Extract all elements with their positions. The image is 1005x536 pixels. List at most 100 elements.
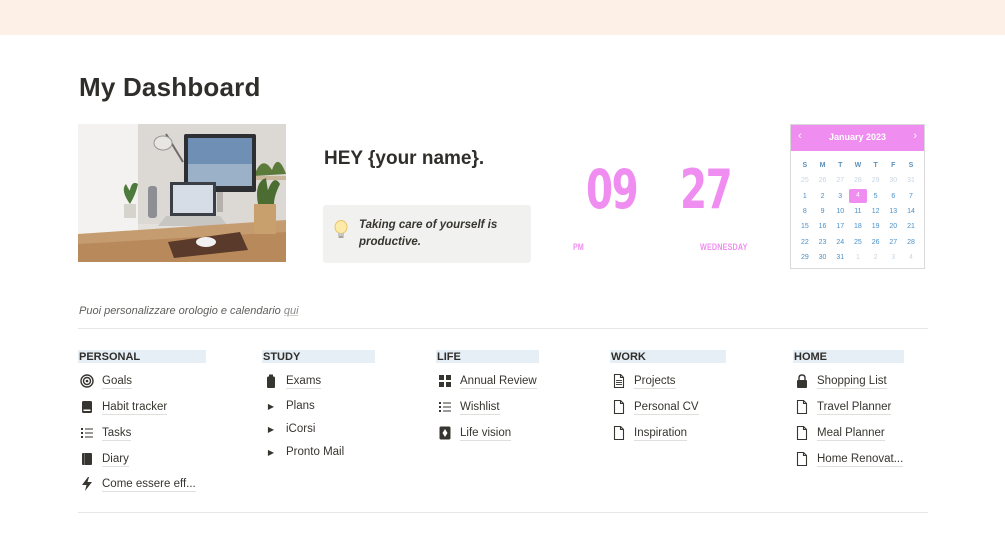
document-icon bbox=[612, 426, 626, 440]
link-exams[interactable]: Exams bbox=[264, 372, 322, 390]
link-travel-planner[interactable]: Travel Planner bbox=[795, 398, 892, 416]
calendar-week: 15 16 17 18 19 20 21 bbox=[796, 219, 920, 234]
calendar-week: 1 2 3 4 5 6 7 bbox=[796, 189, 920, 204]
quote-callout: Taking care of yourself is productive. bbox=[323, 205, 531, 263]
calendar-weekday-row: S M T W T F S bbox=[796, 158, 920, 173]
calendar-day[interactable]: 15 bbox=[796, 223, 814, 230]
calendar-day[interactable]: 11 bbox=[849, 208, 867, 215]
calendar-day[interactable]: 27 bbox=[831, 177, 849, 184]
toggle-plans[interactable]: ▶ Plans bbox=[264, 397, 315, 415]
calendar-day[interactable]: 28 bbox=[902, 239, 920, 246]
calendar-day[interactable]: 6 bbox=[884, 193, 902, 200]
calendar-day[interactable]: 18 bbox=[849, 223, 867, 230]
calendar-day[interactable]: 30 bbox=[814, 254, 832, 261]
calendar-day[interactable]: 16 bbox=[814, 223, 832, 230]
calendar-day[interactable]: 31 bbox=[902, 177, 920, 184]
toggle-label: Pronto Mail bbox=[286, 446, 345, 458]
target-icon bbox=[80, 374, 94, 388]
page-title: My Dashboard bbox=[79, 72, 261, 102]
link-come-essere-efficienti[interactable]: Come essere eff... bbox=[80, 475, 196, 493]
link-habit-tracker[interactable]: Habit tracker bbox=[80, 398, 168, 416]
calendar-week: 29 30 31 1 2 3 4 bbox=[796, 250, 920, 265]
lock-icon bbox=[795, 374, 809, 388]
calendar-day[interactable]: 29 bbox=[867, 177, 885, 184]
journal-icon bbox=[80, 452, 94, 466]
link-projects[interactable]: Projects bbox=[612, 372, 676, 390]
calendar-weekday: F bbox=[891, 162, 896, 170]
calendar-day[interactable]: 3 bbox=[831, 193, 849, 200]
link-wishlist[interactable]: Wishlist bbox=[438, 398, 500, 416]
triangle-right-icon: ▶ bbox=[267, 424, 275, 434]
link-meal-planner[interactable]: Meal Planner bbox=[795, 424, 885, 442]
calendar-day[interactable]: 7 bbox=[902, 193, 920, 200]
calendar-day[interactable]: 1 bbox=[849, 254, 867, 261]
calendar-day[interactable]: 22 bbox=[796, 239, 814, 246]
calendar-day[interactable]: 27 bbox=[884, 239, 902, 246]
calendar-day[interactable]: 4 bbox=[902, 254, 920, 261]
calendar-day[interactable]: 2 bbox=[814, 193, 832, 200]
calendar-day[interactable]: 13 bbox=[884, 208, 902, 215]
calendar-week: 22 23 24 25 26 27 28 bbox=[796, 234, 920, 249]
calendar-day[interactable]: 26 bbox=[867, 239, 885, 246]
link-home-renovation[interactable]: Home Renovat... bbox=[795, 450, 904, 468]
calendar-day[interactable]: 3 bbox=[884, 254, 902, 261]
calendar-day[interactable]: 25 bbox=[849, 239, 867, 246]
calendar-weekday: T bbox=[873, 162, 878, 170]
calendar-month-title: January 2023 bbox=[828, 132, 887, 142]
calendar-day[interactable]: 30 bbox=[884, 177, 902, 184]
calendar-day[interactable]: 9 bbox=[814, 208, 832, 215]
link-label: Shopping List bbox=[817, 374, 887, 389]
link-label: Annual Review bbox=[460, 374, 537, 389]
calendar-week: 8 9 10 11 12 13 14 bbox=[796, 204, 920, 219]
calendar-day[interactable]: 24 bbox=[831, 239, 849, 246]
link-label: Come essere eff... bbox=[102, 477, 196, 492]
desk-photo bbox=[78, 124, 286, 262]
calendar-day[interactable]: 31 bbox=[831, 254, 849, 261]
link-inspiration[interactable]: Inspiration bbox=[612, 424, 688, 442]
calendar-day[interactable]: 10 bbox=[831, 208, 849, 215]
calendar-weekday: S bbox=[908, 162, 914, 170]
customize-hint: Puoi personalizzare orologio e calendari… bbox=[79, 305, 299, 317]
calendar-day[interactable]: 17 bbox=[831, 223, 849, 230]
calendar-day[interactable]: 1 bbox=[796, 193, 814, 200]
quote-text: Taking care of yourself is productive. bbox=[359, 219, 498, 248]
calendar-grid: S M T W T F S 25 26 27 28 29 30 31 1 2 3… bbox=[796, 158, 920, 265]
toggle-icorsi[interactable]: ▶ iCorsi bbox=[264, 420, 315, 438]
link-annual-review[interactable]: Annual Review bbox=[438, 372, 537, 390]
link-label: Wishlist bbox=[460, 400, 500, 415]
link-shopping-list[interactable]: Shopping List bbox=[795, 372, 887, 390]
calendar-day[interactable]: 28 bbox=[849, 177, 867, 184]
calendar-next-button[interactable]: › bbox=[913, 130, 917, 142]
link-goals[interactable]: Goals bbox=[80, 372, 133, 390]
document-icon bbox=[612, 400, 626, 414]
calendar-day[interactable]: 21 bbox=[902, 223, 920, 230]
link-life-vision[interactable]: Life vision bbox=[438, 424, 512, 442]
checklist-icon bbox=[80, 426, 94, 440]
link-personal-cv[interactable]: Personal CV bbox=[612, 398, 699, 416]
calendar-day[interactable]: 25 bbox=[796, 177, 814, 184]
calendar-day[interactable]: 19 bbox=[867, 223, 885, 230]
calendar-day[interactable]: 29 bbox=[796, 254, 814, 261]
link-diary[interactable]: Diary bbox=[80, 450, 129, 468]
calendar-day[interactable]: 2 bbox=[867, 254, 885, 261]
triangle-right-icon: ▶ bbox=[267, 447, 275, 457]
calendar-day[interactable]: 26 bbox=[814, 177, 832, 184]
calendar-weekday: M bbox=[819, 162, 826, 170]
document-icon bbox=[795, 400, 809, 414]
link-tasks[interactable]: Tasks bbox=[80, 424, 132, 442]
calendar-day[interactable]: 8 bbox=[796, 208, 814, 215]
calendar-day-today[interactable]: 4 bbox=[849, 189, 867, 204]
customize-hint-link[interactable]: qui bbox=[284, 305, 299, 317]
calendar-week: 25 26 27 28 29 30 31 bbox=[796, 173, 920, 188]
calendar-day[interactable]: 5 bbox=[867, 193, 885, 200]
calendar-day[interactable]: 14 bbox=[902, 208, 920, 215]
toggle-pronto-mail[interactable]: ▶ Pronto Mail bbox=[264, 443, 344, 461]
link-label: Travel Planner bbox=[817, 400, 892, 415]
calendar-day[interactable]: 23 bbox=[814, 239, 832, 246]
calendar-day[interactable]: 12 bbox=[867, 208, 885, 215]
section-heading: LIFE bbox=[436, 350, 539, 363]
calendar-day[interactable]: 20 bbox=[884, 223, 902, 230]
clock-weekday: WEDNESDAY bbox=[700, 242, 748, 252]
clock-minutes: 27 bbox=[680, 158, 733, 221]
toggle-label: iCorsi bbox=[286, 423, 316, 435]
